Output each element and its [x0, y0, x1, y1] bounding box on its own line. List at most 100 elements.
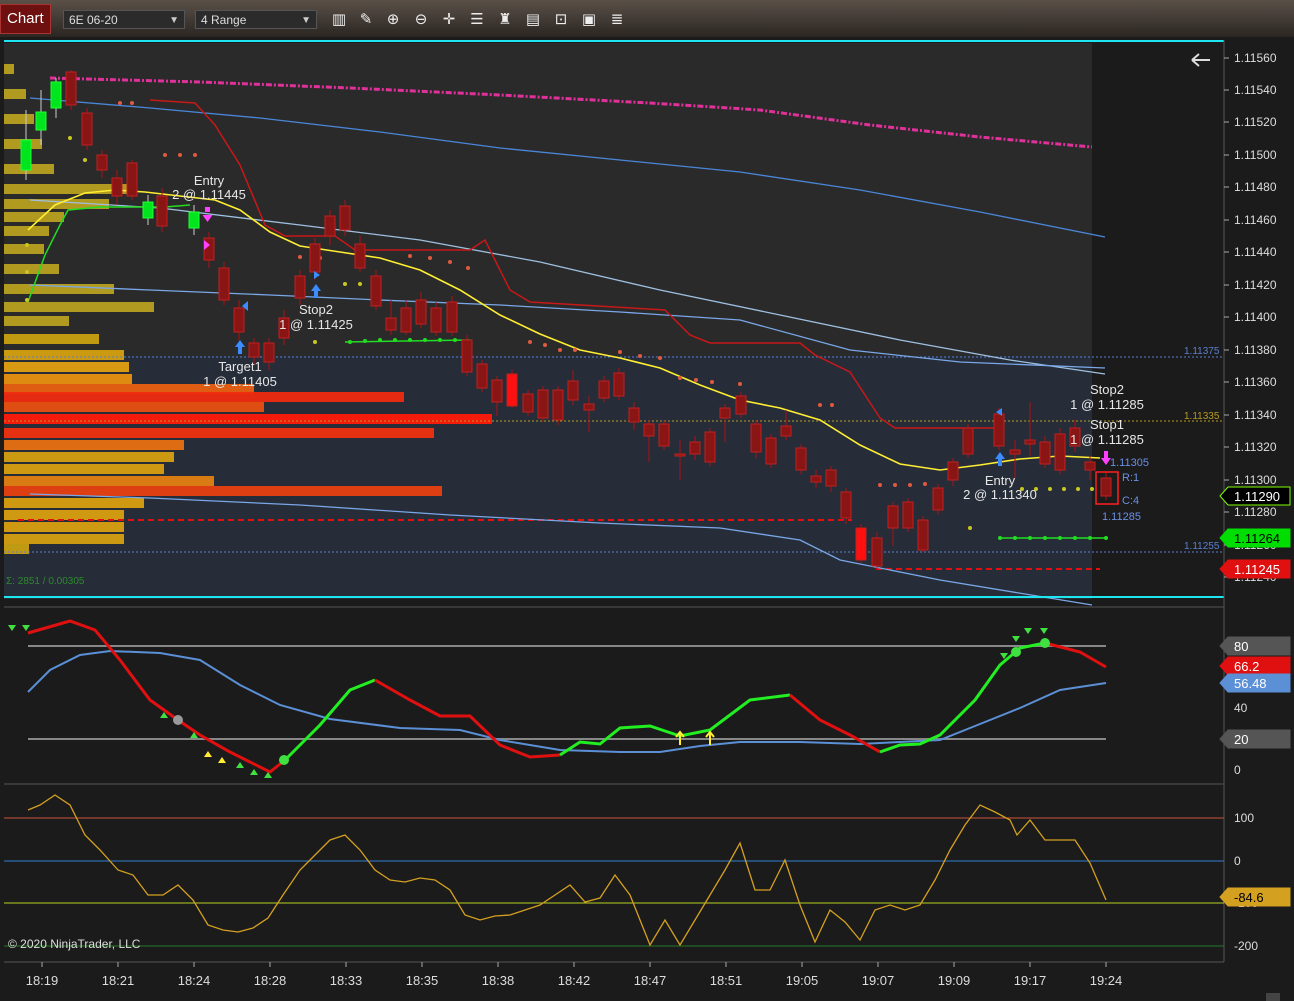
stoch-axis-label: 40: [1234, 701, 1248, 715]
price-axis-label: 1.11360: [1234, 375, 1277, 389]
time-axis-label: 18:42: [558, 973, 591, 988]
candle-bearish: [613, 372, 625, 397]
order-stop-price-label[interactable]: 1.11285: [1102, 511, 1141, 523]
stop-dot: [428, 256, 432, 260]
volume-profile-bar: [4, 510, 124, 520]
candle-bearish: [689, 441, 701, 455]
candle-bearish: [947, 461, 959, 481]
annotation-stop2-1-detail: 1 @ 1.11425: [279, 317, 353, 332]
value-badge-label: 1.11245: [1234, 562, 1280, 577]
candle-bearish: [719, 407, 731, 419]
time-axis-label: 18:38: [482, 973, 515, 988]
order-price-label[interactable]: 1.11305: [1110, 457, 1149, 469]
stop-dot: [178, 153, 182, 157]
stop-dot: [1043, 536, 1047, 540]
chart-canvas[interactable]: Entry 2 @ 1.11445 Stop2 1 @ 1.11425 Targ…: [0, 0, 1294, 1001]
cci-axis-label: 100: [1234, 811, 1254, 825]
price-axis-label: 1.11420: [1234, 278, 1277, 292]
annotation-entry-2: Entry: [985, 473, 1016, 488]
candle-bearish: [96, 154, 108, 171]
stop-dot: [466, 266, 470, 270]
candle-bearish: [750, 423, 762, 453]
stop-dot: [738, 382, 742, 386]
stop-dot: [1058, 536, 1062, 540]
stop-dot: [878, 483, 882, 487]
candle-bearish: [65, 71, 77, 106]
stop-dot: [1073, 536, 1077, 540]
stop-dot: [298, 255, 302, 259]
candle-bearish: [765, 437, 777, 465]
candle-bearish: [855, 527, 867, 561]
stop-dot: [453, 338, 457, 342]
candle-bearish: [218, 267, 230, 301]
volume-profile-bar: [4, 316, 69, 326]
stop-dot: [528, 340, 532, 344]
candle-bearish: [902, 501, 914, 529]
stop-dot: [1048, 487, 1052, 491]
value-badge-label: 1.11290: [1234, 489, 1280, 504]
volume-profile-bar: [4, 428, 434, 438]
candle-bearish: [825, 469, 837, 487]
volume-profile-bar: [4, 212, 64, 222]
candle-bearish: [1024, 439, 1036, 445]
stoch-axis-label: 0: [1234, 763, 1241, 777]
stop-dot: [658, 356, 662, 360]
time-axis-label: 19:07: [862, 973, 895, 988]
candle-bearish: [871, 537, 883, 567]
volume-profile-bar: [4, 114, 34, 124]
stop-dot: [448, 260, 452, 264]
candle-bearish: [917, 519, 929, 551]
time-axis-label: 19:24: [1090, 973, 1123, 988]
volume-profile-bar: [4, 440, 184, 450]
candle-bearish: [1009, 449, 1021, 455]
value-badge-label: -84.6: [1234, 890, 1264, 905]
volume-profile-bar: [4, 534, 124, 544]
time-axis-label: 18:35: [406, 973, 439, 988]
candle-bearish: [400, 307, 412, 333]
candle-bearish: [962, 427, 974, 455]
volume-profile-bar: [4, 392, 404, 402]
candle-bullish: [35, 111, 47, 131]
stop-dot: [678, 376, 682, 380]
order-r-label[interactable]: R:1: [1122, 472, 1139, 484]
stop-dot: [573, 348, 577, 352]
annotation-entry-2-detail: 2 @ 1.11340: [963, 487, 1037, 502]
scrollbar-thumb[interactable]: [1266, 993, 1280, 1001]
value-badge-label: 80: [1234, 639, 1248, 654]
annotation-stop2-1: Stop2: [299, 302, 333, 317]
candle-bearish: [81, 112, 93, 146]
time-axis-label: 18:24: [178, 973, 211, 988]
order-c-label[interactable]: C:4: [1122, 495, 1139, 507]
candle-bullish: [20, 139, 32, 171]
stop-dot: [543, 343, 547, 347]
volume-profile-bar: [4, 476, 214, 486]
value-badge-label: 1.11264: [1234, 531, 1280, 546]
candle-bearish: [506, 373, 518, 407]
price-axis-label: 1.11400: [1234, 310, 1277, 324]
stop-dot: [1104, 536, 1108, 540]
candle-bearish: [810, 475, 822, 483]
price-axis-label: 1.11500: [1234, 148, 1277, 162]
stop-dot: [1013, 536, 1017, 540]
candle-bearish: [840, 491, 852, 519]
candle-bearish: [324, 215, 336, 237]
volume-profile-bar: [4, 64, 14, 74]
candle-bullish: [142, 201, 154, 219]
candle-bearish: [430, 307, 442, 333]
volume-profile-bar: [4, 402, 264, 412]
price-axis-label: 1.11280: [1234, 505, 1277, 519]
candle-bearish: [1084, 461, 1096, 471]
annotation-stop2-2-detail: 1 @ 1.11285: [1070, 397, 1144, 412]
candle-bearish: [263, 342, 275, 363]
stop-dot: [378, 338, 382, 342]
volume-profile-bar: [4, 414, 492, 424]
stop-dot: [163, 153, 167, 157]
candle-bearish: [1039, 441, 1051, 465]
candle-bearish: [932, 487, 944, 511]
candle-bearish: [491, 379, 503, 403]
time-axis-label: 18:28: [254, 973, 287, 988]
time-axis-label: 19:09: [938, 973, 971, 988]
stop-dot: [25, 298, 29, 302]
candle-bearish: [552, 389, 564, 421]
stop-dot: [25, 270, 29, 274]
